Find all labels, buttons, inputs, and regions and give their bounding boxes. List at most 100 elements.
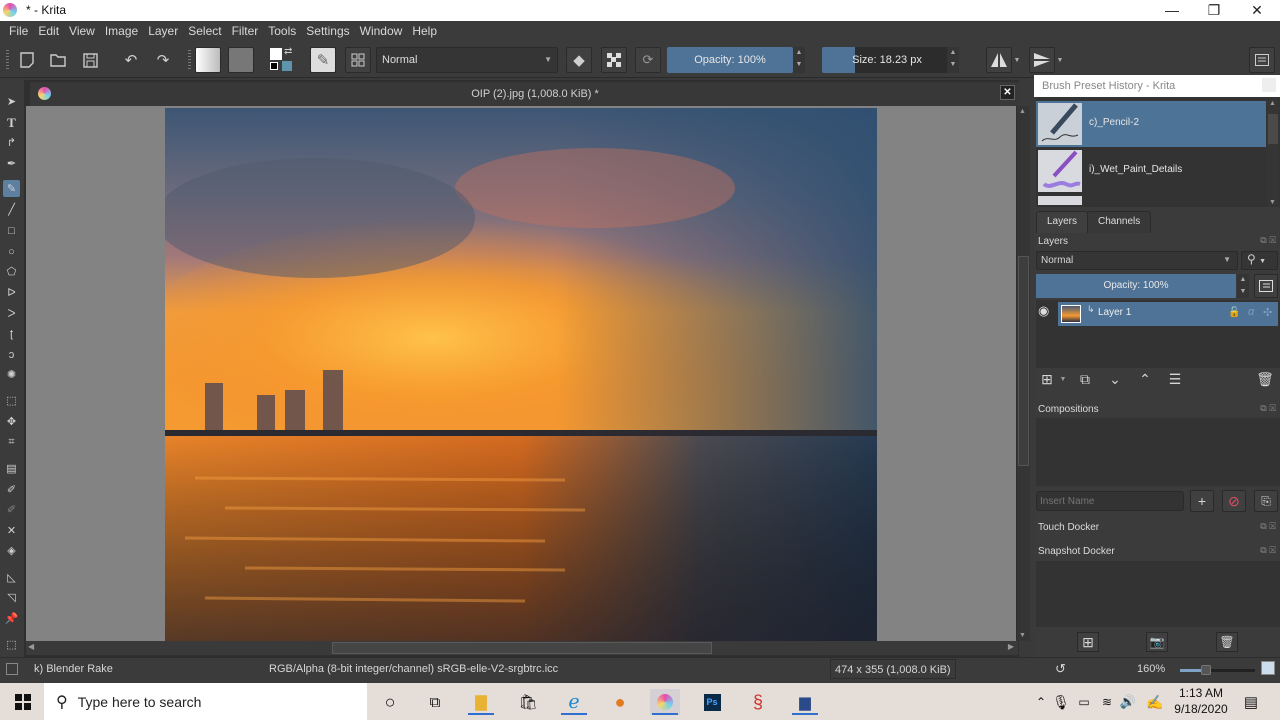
freehand-path-tool[interactable]: ʈ — [3, 325, 20, 342]
fill-tool[interactable]: ✕ — [3, 522, 20, 539]
delete-layer-icon[interactable]: 🗑 — [1256, 370, 1274, 388]
layer-opacity-spinner[interactable]: ▲ ▼ — [1237, 274, 1249, 298]
new-document-icon[interactable] — [16, 47, 38, 73]
select-shapes-tool[interactable]: ➤ — [3, 93, 20, 110]
krita-taskbar-icon[interactable] — [650, 689, 680, 715]
opacity-slider[interactable]: Opacity: 100% — [667, 47, 793, 73]
compositions-float-close[interactable]: ⧉ ☒ — [1260, 403, 1276, 414]
line-tool[interactable]: ╱ — [3, 201, 20, 218]
multibrush-tool[interactable]: ✺ — [3, 366, 20, 383]
menu-tools[interactable]: Tools — [263, 24, 301, 38]
foreground-color[interactable] — [270, 48, 282, 60]
layer-filter-button[interactable]: ⚲ ▼ — [1241, 251, 1278, 270]
docker-float-button[interactable] — [1262, 78, 1276, 92]
menu-select[interactable]: Select — [183, 24, 226, 38]
preset-item[interactable]: c)_Pencil-2 — [1036, 101, 1266, 147]
painting-image[interactable] — [165, 108, 877, 641]
workspace-chooser-icon[interactable] — [1249, 47, 1275, 73]
export-composition-icon[interactable]: ⎘ — [1254, 490, 1278, 512]
delete-composition-icon[interactable]: ⊘ — [1222, 490, 1246, 512]
scroll-down-icon[interactable]: ▼ — [1019, 632, 1026, 639]
microsoft-store-icon[interactable]: 🛍 — [513, 689, 543, 715]
size-spinner[interactable]: ▲ ▼ — [947, 47, 959, 73]
scroll-left-icon[interactable]: ◀ — [28, 642, 34, 651]
measure-tool[interactable]: ◹ — [3, 589, 20, 606]
close-document-button[interactable]: ✕ — [1000, 85, 1015, 100]
menu-file[interactable]: File — [4, 24, 33, 38]
touch-docker-float-close[interactable]: ⧉ ☒ — [1260, 521, 1276, 532]
assistant-tool[interactable]: ◺ — [3, 569, 20, 586]
red-app-icon[interactable]: § — [743, 689, 773, 715]
layer-name[interactable]: Layer 1 — [1098, 307, 1131, 318]
vertical-scroll-thumb[interactable] — [1018, 256, 1029, 466]
preserve-alpha-icon[interactable] — [601, 47, 627, 73]
file-explorer-icon[interactable]: ▇ — [466, 689, 496, 715]
color-sampler-tool[interactable]: ✐ — [3, 481, 20, 498]
preset-scroll-thumb[interactable] — [1268, 114, 1278, 144]
zoom-slider[interactable] — [1180, 665, 1255, 675]
canvas-only-icon[interactable] — [1261, 661, 1275, 675]
edge-browser-icon[interactable]: ℯ — [559, 689, 589, 715]
blend-mode-select[interactable]: Normal ▼ — [376, 47, 558, 73]
add-composition-icon[interactable]: + — [1190, 490, 1214, 512]
tab-channels[interactable]: Channels — [1087, 211, 1152, 233]
system-clock[interactable]: 1:13 AM 9/18/2020 — [1170, 685, 1232, 717]
toolbar-grip[interactable] — [188, 50, 191, 70]
calligraphy-tool[interactable]: ✒ — [3, 155, 20, 172]
gradient-tool[interactable]: ▤ — [3, 460, 20, 477]
tab-layers[interactable]: Layers — [1036, 211, 1089, 233]
canvas[interactable] — [26, 106, 1016, 641]
rotation-reset-icon[interactable]: ↺ — [1055, 661, 1066, 677]
layer-opacity-slider[interactable]: Opacity: 100% — [1036, 274, 1236, 298]
background-color[interactable] — [270, 62, 278, 70]
composition-name-input[interactable] — [1036, 491, 1184, 511]
horizontal-scroll-thumb[interactable] — [332, 642, 712, 654]
polygon-tool[interactable]: ⬠ — [3, 263, 20, 280]
move-tool[interactable]: ✥ — [3, 413, 20, 430]
toolbar-grip[interactable] — [6, 50, 9, 70]
action-center-icon[interactable]: ▤ — [1236, 689, 1266, 715]
smart-patch-tool[interactable]: ✐ — [3, 501, 20, 518]
gradient-preset-button[interactable] — [195, 47, 221, 73]
alpha-lock-icon[interactable]: α — [1248, 306, 1254, 318]
zoom-slider-handle[interactable] — [1201, 665, 1212, 675]
layers-docker-float-close[interactable]: ⧉ ☒ — [1260, 235, 1276, 246]
cortana-icon[interactable]: ○ — [375, 689, 405, 715]
text-tool[interactable]: T — [3, 114, 20, 131]
transform-tool[interactable]: ⬚ — [3, 392, 20, 409]
mirror-h-dropdown[interactable]: ▼ — [1013, 47, 1021, 73]
mirror-v-dropdown[interactable]: ▼ — [1056, 47, 1064, 73]
ellipse-tool[interactable]: ○ — [3, 243, 20, 260]
vertical-scrollbar[interactable]: ▲ ▼ — [1017, 106, 1030, 641]
document-tab[interactable]: OIP (2).jpg (1,008.0 KiB) * ✕ — [30, 82, 1020, 106]
eraser-mode-icon[interactable]: ◆ — [566, 47, 592, 73]
delete-snapshot-icon[interactable]: 🗑 — [1216, 632, 1238, 652]
move-layer-down-icon[interactable]: ⌄ — [1106, 370, 1124, 388]
redo-icon[interactable]: ↷ — [152, 47, 174, 73]
mirror-vertical-icon[interactable] — [1029, 47, 1055, 73]
preset-list-scrollbar[interactable]: ▲ ▼ — [1267, 100, 1279, 206]
scroll-up-icon[interactable]: ▲ — [1269, 100, 1276, 107]
task-view-icon[interactable]: ⧉ — [420, 689, 450, 715]
menu-window[interactable]: Window — [355, 24, 408, 38]
camera-icon[interactable]: 📷 — [1146, 632, 1168, 652]
brush-preset-button[interactable]: ✎ — [310, 47, 336, 73]
volume-icon[interactable]: 🔊 — [1113, 689, 1143, 715]
fl-studio-icon[interactable]: ● — [605, 689, 635, 715]
opacity-spinner[interactable]: ▲ ▼ — [793, 47, 805, 73]
duplicate-layer-icon[interactable]: ⧉ — [1076, 370, 1094, 388]
pen-ink-icon[interactable]: ✍ — [1140, 689, 1170, 715]
swap-colors-icon[interactable]: ⇄ — [284, 46, 292, 57]
preset-item[interactable]: i)_Wet_Paint_Details — [1036, 148, 1266, 194]
dynamic-brush-tool[interactable]: ɔ — [3, 346, 20, 363]
color-swatches[interactable]: ⇄ — [268, 46, 296, 73]
menu-layer[interactable]: Layer — [143, 24, 183, 38]
scroll-right-icon[interactable]: ▶ — [1008, 642, 1014, 651]
taskbar-search-box[interactable]: ⚲ Type here to search — [44, 683, 367, 720]
maximize-button[interactable]: ❐ — [1192, 0, 1236, 21]
pattern-preset-button[interactable] — [228, 47, 254, 73]
open-document-icon[interactable] — [47, 47, 69, 73]
edit-shapes-tool[interactable]: ↱ — [3, 134, 20, 151]
enclose-fill-tool[interactable]: ◈ — [3, 542, 20, 559]
size-slider[interactable]: Size: 18.23 px — [822, 47, 952, 73]
